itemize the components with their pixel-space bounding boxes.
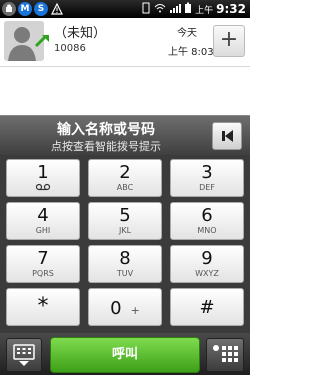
key-1[interactable]: 1 — [6, 159, 80, 197]
backspace-icon — [222, 130, 233, 142]
android-icon — [2, 2, 16, 16]
call-button[interactable]: 呼叫 — [50, 337, 200, 373]
voicemail-icon — [7, 183, 79, 194]
am-pm: 上午 — [195, 5, 214, 16]
battery-icon — [184, 2, 192, 17]
key-digit: # — [199, 297, 215, 318]
key-digit: 6 — [201, 205, 213, 226]
add-contact-button[interactable]: + — [213, 25, 245, 57]
key-2[interactable]: 2 ABC — [88, 159, 162, 197]
caller-number: 10086 — [54, 43, 86, 54]
key-0[interactable]: 0 + — [88, 288, 162, 326]
key-digit: 3 — [201, 162, 213, 183]
key-3[interactable]: 3 DEF — [170, 159, 244, 197]
number-entry-bar[interactable]: 输入名称或号码 点按查看智能拨号提示 — [0, 115, 250, 156]
key-letters: TUV — [116, 269, 134, 278]
key-5[interactable]: 5 JKL — [88, 202, 162, 240]
wifi-icon — [154, 2, 166, 17]
key-7[interactable]: 7 PQRS — [6, 245, 80, 283]
backspace-button[interactable] — [212, 122, 242, 150]
key-letters: GHI — [35, 226, 51, 235]
contacts-grid-button[interactable] — [206, 338, 244, 372]
entry-hint: 点按查看智能拨号提示 — [51, 140, 161, 153]
key-digit: 1 — [37, 162, 49, 183]
key-letters: JKL — [118, 226, 132, 235]
key-digit: 9 — [201, 248, 213, 269]
key-8[interactable]: 8 TUV — [88, 245, 162, 283]
clock: 9:32 — [216, 2, 246, 16]
key-digit: 7 — [37, 248, 49, 269]
key-digit: 8 — [119, 248, 131, 269]
s-icon: S — [34, 2, 48, 16]
key-letters: + — [130, 304, 140, 317]
dial-keypad: 1 2 ABC 3 DEF 4 GHI 5 JKL 6 MNO 7 PQRS 8… — [0, 155, 250, 333]
key-letters: WXYZ — [195, 269, 219, 278]
bottom-action-bar: 呼叫 — [0, 333, 250, 375]
key-digit: * — [37, 294, 49, 319]
dialpad-icon — [13, 344, 35, 366]
key-4[interactable]: 4 GHI — [6, 202, 80, 240]
status-bar: M S 上午 9:32 — [0, 0, 250, 18]
caller-name: （未知） — [54, 26, 107, 41]
key-star[interactable]: * — [6, 288, 80, 326]
vibrate-icon — [141, 2, 151, 17]
key-letters: ABC — [116, 183, 134, 192]
key-digit: 4 — [37, 205, 49, 226]
key-digit: 2 — [119, 162, 131, 183]
key-letters: MNO — [197, 226, 217, 235]
toggle-keypad-button[interactable] — [6, 338, 42, 372]
call-time: 上午 8:03 — [168, 47, 214, 58]
grid-menu-icon — [213, 345, 238, 362]
m-icon: M — [18, 2, 32, 16]
key-hash[interactable]: # — [170, 288, 244, 326]
alert-icon — [50, 2, 64, 16]
key-6[interactable]: 6 MNO — [170, 202, 244, 240]
signal-icon — [169, 2, 182, 17]
entry-title: 输入名称或号码 — [57, 122, 155, 138]
recent-call-row[interactable]: （未知） 10086 今天 上午 8:03 + — [0, 18, 250, 67]
call-date: 今天 — [177, 28, 197, 39]
key-letters: PQRS — [32, 269, 54, 278]
key-digit: 0 — [110, 298, 122, 319]
key-digit: 5 — [119, 205, 131, 226]
key-letters: DEF — [199, 183, 215, 192]
key-9[interactable]: 9 WXYZ — [170, 245, 244, 283]
outgoing-call-icon — [34, 32, 52, 50]
